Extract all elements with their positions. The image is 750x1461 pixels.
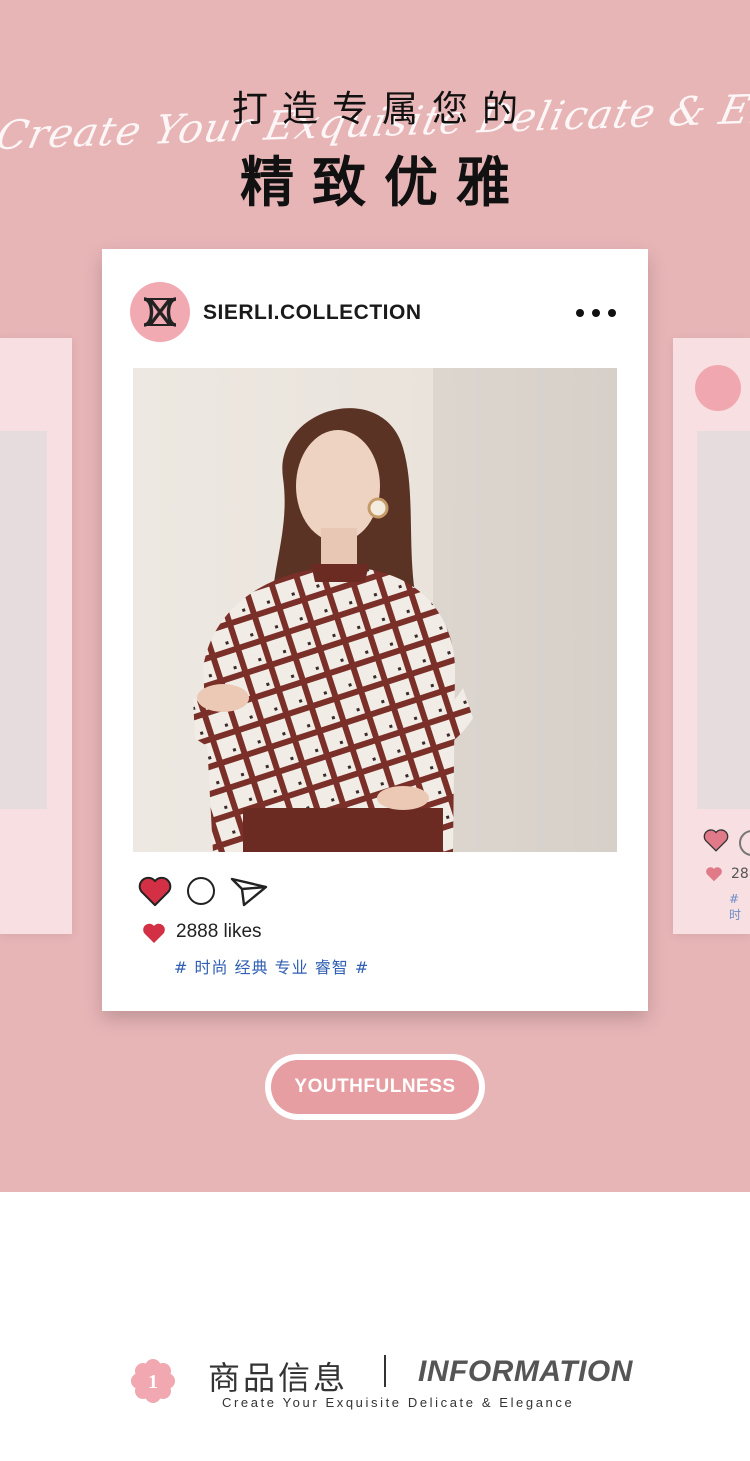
title-divider xyxy=(384,1355,386,1387)
avatar[interactable] xyxy=(130,282,190,342)
ghost-photo xyxy=(0,431,47,809)
ghost-tags: # 时 xyxy=(729,892,742,922)
ghost-photo xyxy=(697,431,750,809)
post-card: SIERLI.COLLECTION 2888 likes # 时尚 经典 专业 … xyxy=(102,249,648,1011)
share-icon[interactable] xyxy=(230,875,268,907)
account-name[interactable]: SIERLI.COLLECTION xyxy=(203,301,422,325)
heart-icon xyxy=(706,867,722,882)
product-photo xyxy=(133,368,617,852)
ghost-likes: 288 xyxy=(731,866,750,882)
heart-icon xyxy=(143,923,165,943)
section-number: 1 xyxy=(148,1371,158,1393)
heart-icon[interactable] xyxy=(138,875,172,907)
headline-line2: 精致优雅 xyxy=(240,151,528,214)
youthfulness-label: YOUTHFULNESS xyxy=(271,1060,479,1114)
section-title-en: INFORMATION xyxy=(418,1355,633,1388)
section-title-cn: 商品信息 xyxy=(208,1359,349,1397)
ghost-card-right: 288 # 时 xyxy=(673,338,750,934)
likes-count[interactable]: 2888 likes xyxy=(176,921,262,943)
hashtags[interactable]: # 时尚 经典 专业 睿智 # xyxy=(174,954,369,978)
more-dots-icon[interactable] xyxy=(576,307,616,319)
brand-logo-icon xyxy=(143,297,177,327)
comment-icon xyxy=(739,830,750,856)
headline-line1: 打造专属您的 xyxy=(231,89,532,130)
ghost-card-left xyxy=(0,338,72,934)
model-illustration xyxy=(193,408,473,852)
heart-icon xyxy=(703,829,729,852)
youthfulness-badge[interactable]: YOUTHFULNESS xyxy=(265,1054,485,1120)
ghost-avatar xyxy=(695,365,741,411)
section-subtitle: Create Your Exquisite Delicate & Eleganc… xyxy=(222,1395,575,1410)
hero-banner: Create Your Exquisite Delicate & Eleganc… xyxy=(0,0,750,1192)
comment-icon[interactable] xyxy=(187,877,215,905)
section-number-badge-icon: 1 xyxy=(131,1359,175,1403)
